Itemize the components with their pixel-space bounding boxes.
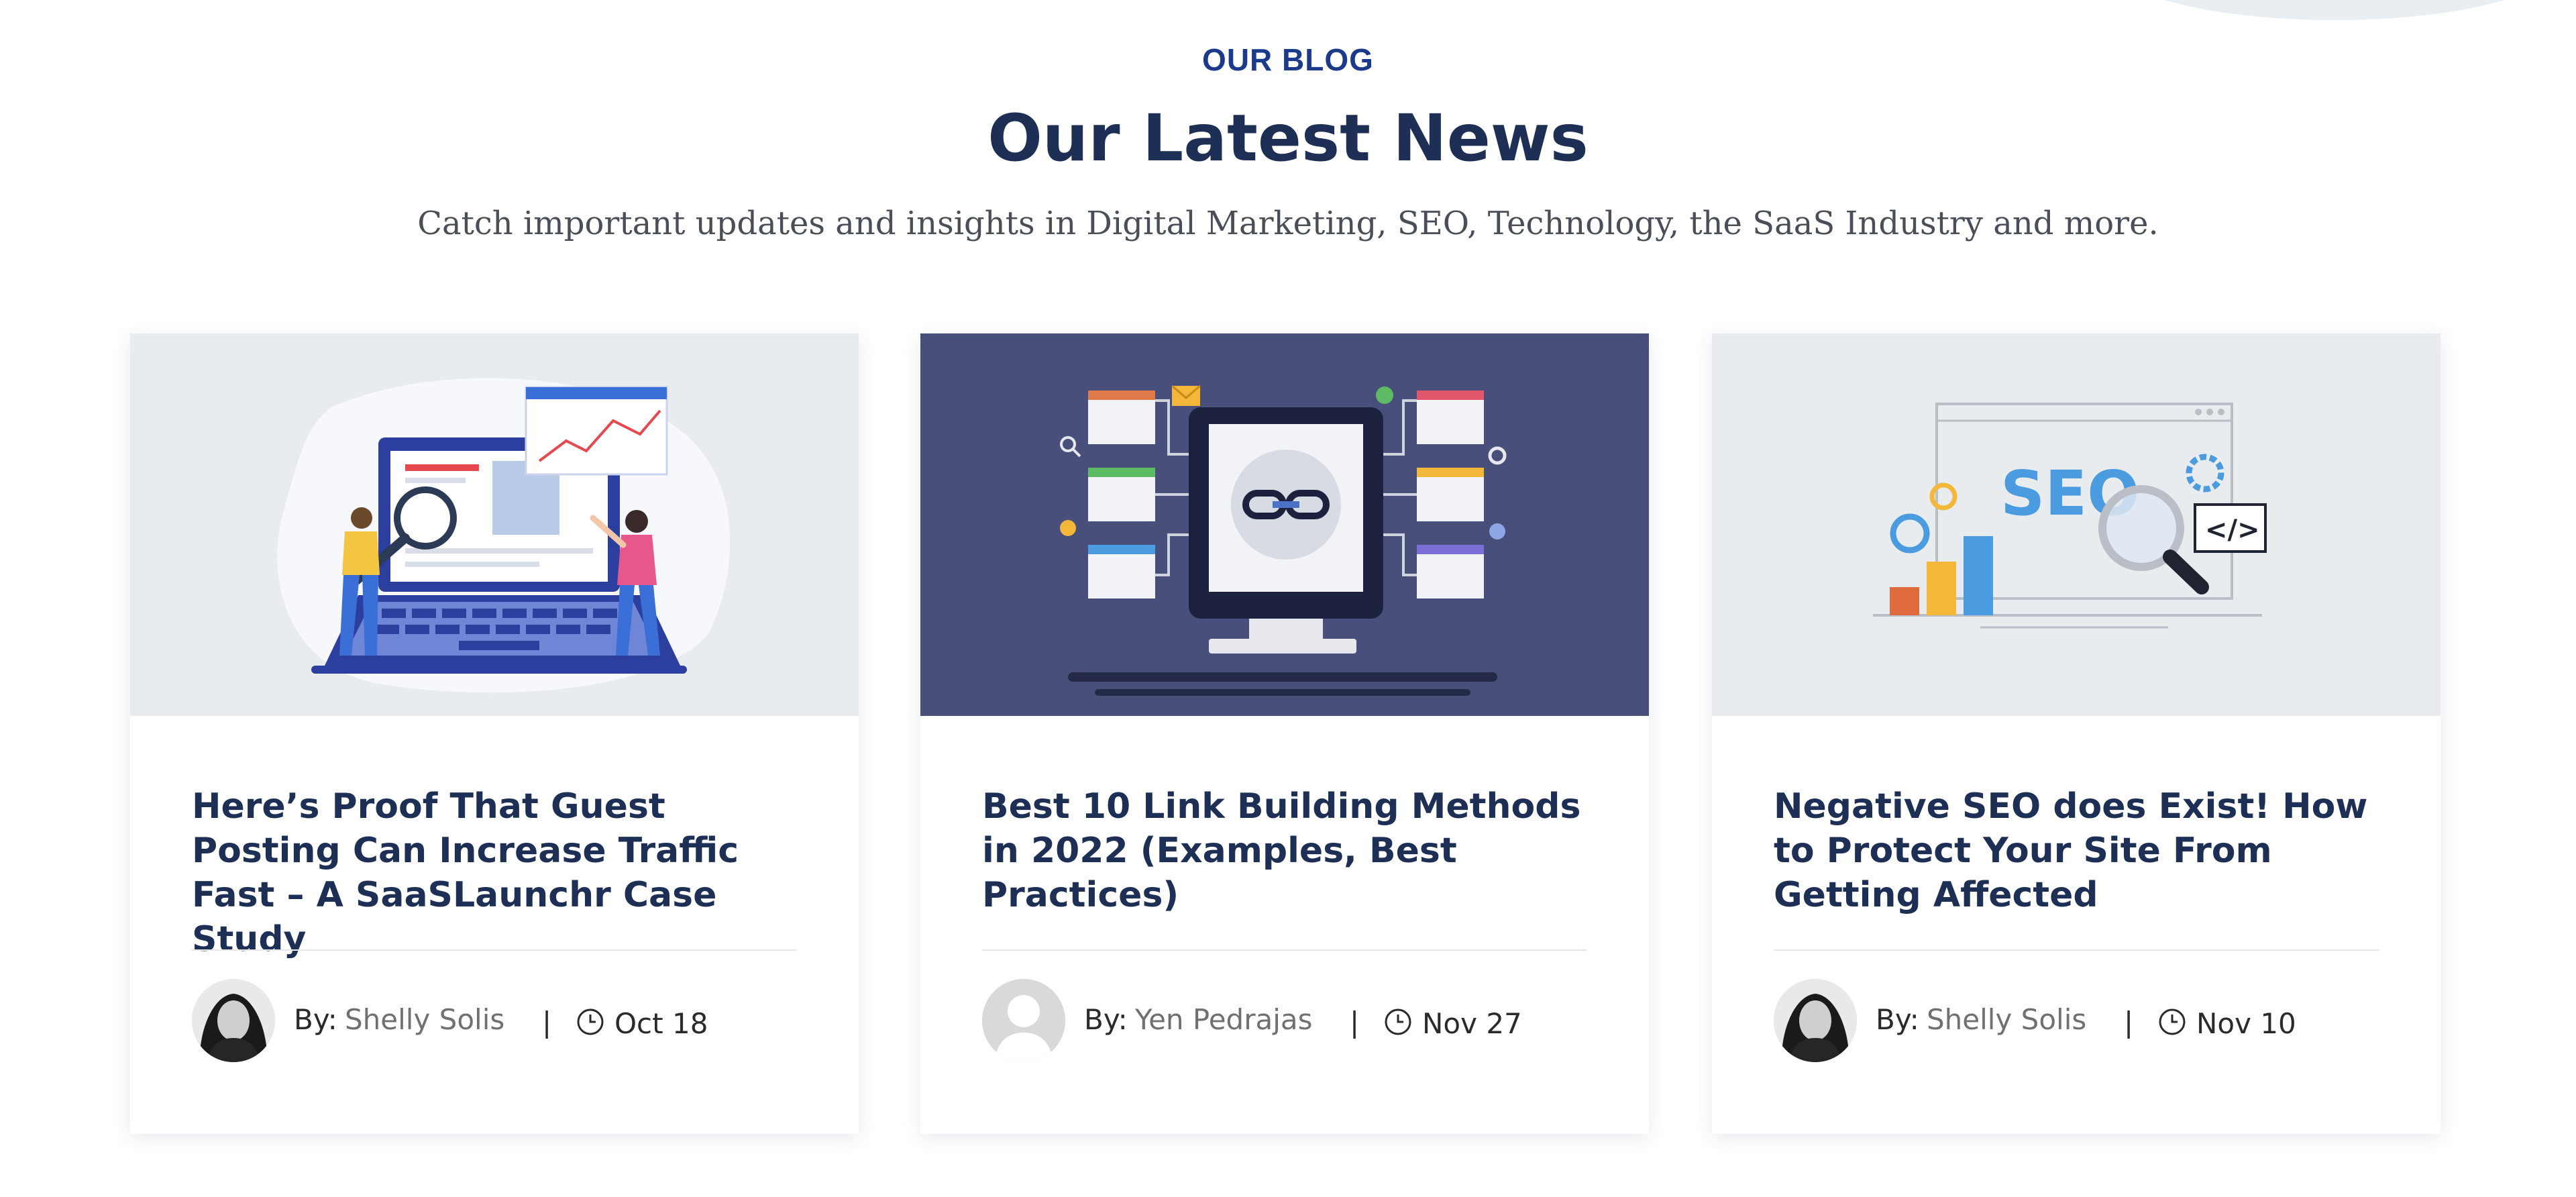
meta-separator: |	[2124, 1006, 2134, 1039]
blog-card[interactable]: Best 10 Link Building Methods in 2022 (E…	[920, 333, 1649, 1134]
blog-card[interactable]: Here’s Proof That Guest Posting Can Incr…	[130, 333, 859, 1134]
by-label: By:	[294, 1003, 337, 1036]
author-name[interactable]: Shelly Solis	[1927, 1003, 2086, 1036]
section-eyebrow: OUR BLOG	[1202, 42, 1374, 77]
by-label: By:	[1876, 1003, 1919, 1036]
post-title[interactable]: Here’s Proof That Guest Posting Can Incr…	[192, 784, 802, 961]
clock-icon	[577, 1008, 604, 1035]
author-name[interactable]: Yen Pedrajas	[1135, 1003, 1313, 1036]
section-subtitle: Catch important updates and insights in …	[417, 205, 2159, 242]
clock-icon	[2159, 1008, 2186, 1035]
guest-posting-illustration[interactable]	[130, 333, 859, 716]
card-divider	[1774, 949, 2379, 951]
post-date: Oct 18	[614, 1007, 708, 1040]
clock-icon	[1385, 1008, 1411, 1035]
meta-separator: |	[542, 1006, 552, 1039]
card-divider	[192, 949, 797, 951]
author-name[interactable]: Shelly Solis	[345, 1003, 504, 1036]
card-divider	[982, 949, 1587, 951]
post-meta: By: Yen Pedrajas | Nov 27	[982, 979, 1599, 1066]
seo-analysis-illustration[interactable]: SEO </>	[1712, 333, 2440, 716]
post-title[interactable]: Best 10 Link Building Methods in 2022 (E…	[982, 784, 1593, 917]
code-graphic-text: </>	[2205, 515, 2260, 545]
author-avatar	[192, 979, 275, 1062]
post-meta: By: Shelly Solis | Oct 18	[192, 979, 809, 1066]
section-title: Our Latest News	[987, 101, 1589, 176]
post-meta: By: Shelly Solis | Nov 10	[1774, 979, 2391, 1066]
author-avatar	[1774, 979, 1857, 1062]
post-date: Nov 27	[1422, 1007, 1522, 1040]
meta-separator: |	[1350, 1006, 1360, 1039]
post-date: Nov 10	[2196, 1007, 2296, 1040]
blog-card[interactable]: SEO </> Negative SEO does Exist! How to …	[1712, 333, 2440, 1134]
default-avatar	[982, 979, 1065, 1062]
link-building-illustration[interactable]	[920, 333, 1649, 716]
decorative-arc	[2106, 0, 2563, 20]
by-label: By:	[1084, 1003, 1128, 1036]
post-title[interactable]: Negative SEO does Exist! How to Protect …	[1774, 784, 2384, 917]
